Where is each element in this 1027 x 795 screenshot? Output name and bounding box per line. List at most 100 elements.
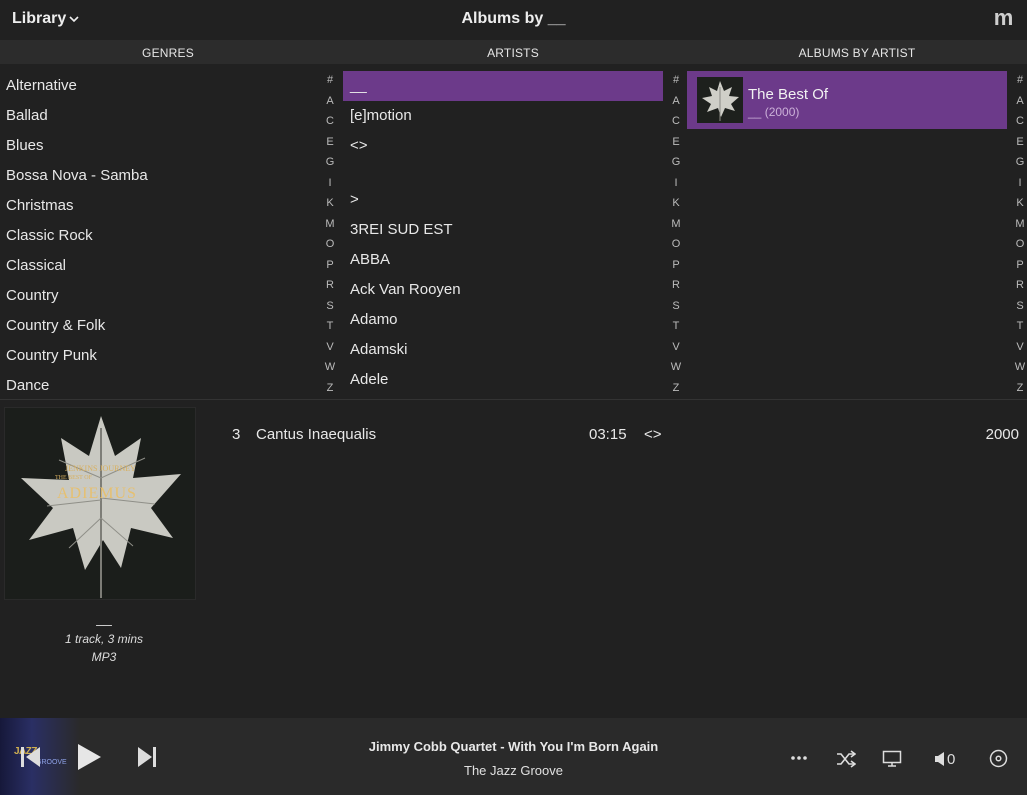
alpha-index-letter[interactable]: E — [667, 132, 685, 153]
track-number: 3 — [232, 426, 241, 443]
alpha-index-letter[interactable]: O — [1011, 234, 1027, 255]
volume-level[interactable]: 0 — [947, 751, 955, 768]
artist-item-selected[interactable]: __ — [343, 71, 663, 101]
alpha-index-letter[interactable]: M — [667, 214, 685, 235]
track-year: 2000 — [985, 426, 1019, 443]
detail-artist[interactable]: __ — [4, 610, 204, 626]
more-options-icon[interactable] — [790, 749, 808, 772]
alpha-index-letter[interactable]: A — [321, 91, 339, 112]
volume-icon[interactable] — [934, 751, 946, 772]
alpha-index-letter[interactable]: I — [1011, 173, 1027, 194]
alpha-index-letter[interactable]: T — [667, 316, 685, 337]
detail-track-summary: 1 track, 3 mins — [64, 632, 144, 646]
artist-item[interactable]: <> — [343, 131, 663, 161]
artist-item[interactable] — [343, 161, 663, 185]
artist-item[interactable]: Adele — [343, 365, 663, 395]
alpha-index-letter[interactable]: A — [1011, 91, 1027, 112]
alpha-index-letter[interactable]: W — [667, 357, 685, 378]
genre-item[interactable]: Alternative — [0, 71, 320, 101]
alpha-index-letter[interactable]: E — [1011, 132, 1027, 153]
alpha-index-letter[interactable]: I — [667, 173, 685, 194]
alpha-index-letter[interactable]: M — [1011, 214, 1027, 235]
alpha-index-letter[interactable]: K — [667, 193, 685, 214]
album-item-selected[interactable]: The Best Of __ (2000) — [687, 71, 1007, 129]
alpha-index-letter[interactable]: G — [321, 152, 339, 173]
alpha-index-letter[interactable]: Z — [1011, 378, 1027, 399]
alpha-index-letter[interactable]: G — [1011, 152, 1027, 173]
alpha-index-letter[interactable]: T — [1011, 316, 1027, 337]
albums-header: ALBUMS BY ARTIST — [798, 46, 916, 60]
page-title: Albums by __ — [461, 10, 566, 27]
genre-item[interactable]: Country Punk — [0, 341, 320, 371]
detail-format: MP3 — [91, 650, 117, 664]
alpha-index-letter[interactable]: # — [321, 70, 339, 91]
artist-item[interactable]: 3REI SUD EST — [343, 215, 663, 245]
top-bar: Library Albums by __ m — [0, 0, 1027, 40]
alpha-index-letter[interactable]: S — [667, 296, 685, 317]
genre-item[interactable]: Country — [0, 281, 320, 311]
track-title: Cantus Inaequalis — [256, 426, 377, 443]
artist-item[interactable]: Adamski — [343, 335, 663, 365]
alpha-index-letter[interactable]: R — [321, 275, 339, 296]
alpha-index-letter[interactable]: V — [321, 337, 339, 358]
alpha-index-letter[interactable]: M — [321, 214, 339, 235]
alpha-index-letter[interactable]: R — [1011, 275, 1027, 296]
genre-item[interactable]: Classic Rock — [0, 221, 320, 251]
alpha-index-letter[interactable]: K — [321, 193, 339, 214]
alpha-index-letter[interactable]: W — [1011, 357, 1027, 378]
alpha-index-letter[interactable]: P — [667, 255, 685, 276]
alpha-index-letter[interactable]: I — [321, 173, 339, 194]
alpha-index-letter[interactable]: K — [1011, 193, 1027, 214]
alpha-index-letter[interactable]: # — [667, 70, 685, 91]
alpha-index-letter[interactable]: W — [321, 357, 339, 378]
artists-alpha-index[interactable]: # A C E G I K M O P R S T V W Z — [667, 70, 685, 398]
alpha-index-letter[interactable]: # — [1011, 70, 1027, 91]
alpha-index-letter[interactable]: V — [1011, 337, 1027, 358]
alpha-index-letter[interactable]: O — [321, 234, 339, 255]
alpha-index-letter[interactable]: E — [321, 132, 339, 153]
alpha-index-letter[interactable]: C — [1011, 111, 1027, 132]
now-playing-title[interactable]: Jimmy Cobb Quartet - With You I'm Born A… — [0, 739, 1027, 754]
artists-list[interactable]: __ [e]motion <> > 3REI SUD EST ABBA Ack … — [343, 71, 663, 407]
alpha-index-letter[interactable]: C — [321, 111, 339, 132]
alpha-index-letter[interactable]: Z — [321, 378, 339, 399]
alpha-index-letter[interactable]: Z — [667, 378, 685, 399]
genre-item[interactable]: Ballad — [0, 101, 320, 131]
alpha-index-letter[interactable]: A — [667, 91, 685, 112]
track-row[interactable]: 3 Cantus Inaequalis 03:15 <> 2000 — [222, 420, 1027, 448]
artist-item[interactable]: > — [343, 185, 663, 215]
library-browser: Alternative Ballad Blues Bossa Nova - Sa… — [0, 64, 1027, 400]
genre-item[interactable]: Christmas — [0, 191, 320, 221]
alpha-index-letter[interactable]: O — [667, 234, 685, 255]
alpha-index-letter[interactable]: G — [667, 152, 685, 173]
album-thumbnail — [697, 77, 743, 123]
artists-header: ARTISTS — [487, 46, 539, 60]
genre-item[interactable]: Bossa Nova - Samba — [0, 161, 320, 191]
genre-item[interactable]: Dance — [0, 371, 320, 401]
app-logo-icon[interactable]: m — [989, 6, 1017, 30]
alpha-index-letter[interactable]: P — [321, 255, 339, 276]
alpha-index-letter[interactable]: P — [1011, 255, 1027, 276]
genres-list[interactable]: Alternative Ballad Blues Bossa Nova - Sa… — [0, 71, 320, 407]
track-artist: <> — [644, 426, 662, 443]
artist-item[interactable]: Adamo — [343, 305, 663, 335]
player-output-icon[interactable] — [882, 750, 902, 773]
genre-item[interactable]: Classical — [0, 251, 320, 281]
artist-item[interactable]: ABBA — [343, 245, 663, 275]
albums-alpha-index[interactable]: # A C E G I K M O P R S T V W Z — [1011, 70, 1027, 398]
alpha-index-letter[interactable]: S — [1011, 296, 1027, 317]
alpha-index-letter[interactable]: T — [321, 316, 339, 337]
artist-item[interactable]: [e]motion — [343, 101, 663, 131]
alpha-index-letter[interactable]: V — [667, 337, 685, 358]
genre-item[interactable]: Blues — [0, 131, 320, 161]
genres-alpha-index[interactable]: # A C E G I K M O P R S T V W Z — [321, 70, 339, 398]
disc-menu-icon[interactable] — [989, 749, 1008, 773]
alpha-index-letter[interactable]: S — [321, 296, 339, 317]
genre-item[interactable]: Country & Folk — [0, 311, 320, 341]
album-cover: JENKINS JOURNEY THE BEST OF ADIEMUS — [4, 407, 196, 600]
artist-item[interactable]: Ack Van Rooyen — [343, 275, 663, 305]
now-playing-subtitle[interactable]: The Jazz Groove — [0, 763, 1027, 778]
alpha-index-letter[interactable]: C — [667, 111, 685, 132]
alpha-index-letter[interactable]: R — [667, 275, 685, 296]
shuffle-icon[interactable] — [836, 750, 857, 773]
